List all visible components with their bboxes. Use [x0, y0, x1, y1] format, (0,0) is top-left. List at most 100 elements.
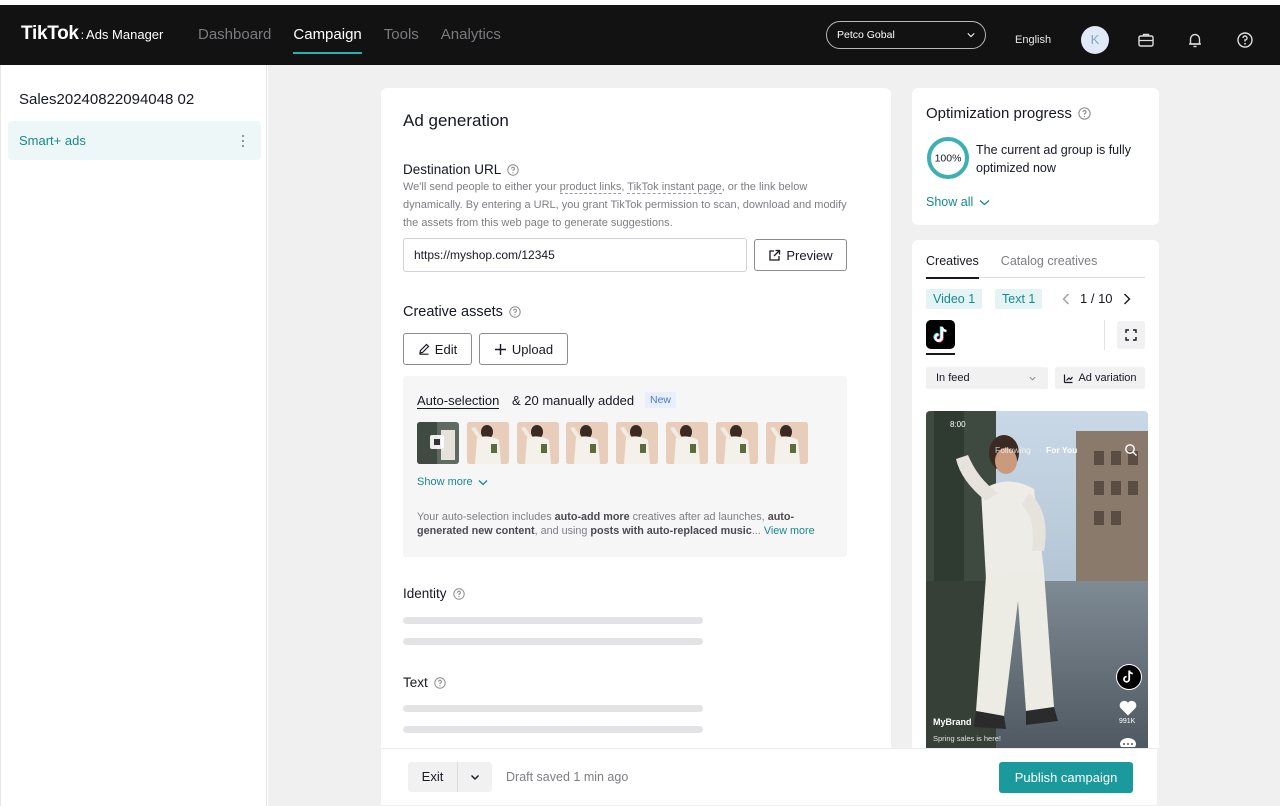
brand-name: MyBrand — [933, 717, 972, 727]
creative-thumbnail[interactable] — [466, 422, 509, 464]
note-text: creatives after ad launches, — [629, 511, 768, 523]
view-more-link[interactable]: View more — [764, 525, 815, 537]
more-options-icon[interactable] — [241, 134, 245, 148]
nav-tools[interactable]: Tools — [384, 5, 419, 65]
creative-thumbnail[interactable] — [765, 422, 808, 464]
logo-wordmark: TikTok — [21, 23, 79, 44]
show-more-button[interactable]: Show more — [417, 476, 488, 488]
show-more-label: Show more — [417, 476, 473, 488]
sidebar-item-smart-plus-ads[interactable]: Smart+ ads — [8, 121, 261, 160]
upload-button-label: Upload — [511, 341, 554, 357]
creative-thumbnail[interactable] — [715, 422, 758, 464]
divider — [1104, 320, 1105, 350]
publish-campaign-button[interactable]: Publish campaign — [999, 762, 1133, 793]
ad-variation-icon — [1064, 374, 1074, 383]
campaign-sidebar: Sales20240822094048 02 Smart+ ads — [0, 65, 267, 806]
sidebar-item-label: Smart+ ads — [19, 133, 86, 148]
ad-preview-card: Creatives Catalog creatives Video 1 Text… — [912, 240, 1159, 748]
preview-button[interactable]: Preview — [754, 239, 847, 271]
main-nav: Dashboard Campaign Tools Analytics — [198, 5, 523, 65]
top-navigation-bar: TikTok : Ads Manager Dashboard Campaign … — [0, 5, 1280, 65]
nav-analytics[interactable]: Analytics — [441, 5, 501, 65]
bell-icon[interactable] — [1186, 31, 1204, 49]
help-circle-icon[interactable] — [1236, 31, 1254, 49]
edit-button[interactable]: Edit — [403, 333, 472, 365]
chevron-down-icon — [478, 479, 488, 485]
tiktok-instant-page-link[interactable]: TikTok instant page — [627, 181, 722, 194]
auto-selection-link[interactable]: Auto-selection — [417, 393, 500, 409]
chevron-left-icon[interactable] — [1062, 293, 1070, 305]
note-bold: auto-add more — [554, 511, 630, 523]
ad-caption: Spring sales is here! — [933, 734, 1001, 743]
show-all-button[interactable]: Show all — [926, 195, 990, 209]
auto-selection-note: Your auto-selection includes auto-add mo… — [417, 510, 837, 538]
progress-percent: 100% — [935, 153, 962, 165]
nav-dashboard[interactable]: Dashboard — [198, 5, 271, 65]
bottom-action-bar: Exit Draft saved 1 min ago Publish campa… — [381, 748, 1157, 805]
nav-campaign[interactable]: Campaign — [293, 5, 363, 65]
preview-tabs: Creatives Catalog creatives — [926, 254, 1145, 279]
note-text: , and using — [534, 525, 591, 537]
avatar[interactable]: K — [1081, 26, 1109, 54]
help-icon[interactable] — [509, 306, 521, 318]
chevron-down-icon — [1029, 376, 1036, 381]
creative-thumbnail[interactable] — [616, 422, 659, 464]
optimization-title: Optimization progress — [926, 105, 1091, 122]
creative-thumbnail-video[interactable] — [417, 422, 459, 464]
tiktok-logo-icon — [1123, 670, 1133, 683]
loading-placeholder — [403, 617, 703, 624]
destination-url-input[interactable] — [403, 238, 747, 272]
creative-thumbnail[interactable] — [516, 422, 559, 464]
show-all-label: Show all — [926, 195, 974, 209]
tab-creatives[interactable]: Creatives — [926, 254, 979, 279]
note-text: ... — [751, 525, 764, 537]
help-icon[interactable] — [452, 587, 465, 600]
briefcase-icon[interactable] — [1137, 31, 1155, 49]
loading-placeholder — [403, 705, 703, 712]
placement-select[interactable]: In feed — [926, 367, 1048, 389]
tab-catalog-creatives[interactable]: Catalog creatives — [1001, 254, 1098, 278]
for-you-tab: For You — [1046, 445, 1078, 455]
chevron-right-icon[interactable] — [1123, 293, 1131, 305]
comment-icon — [1120, 738, 1136, 747]
creative-thumbnail[interactable] — [566, 422, 609, 464]
search-icon — [1125, 444, 1137, 456]
help-icon[interactable] — [507, 163, 519, 176]
upload-button[interactable]: Upload — [479, 333, 568, 365]
chevron-down-icon — [967, 33, 975, 38]
creative-pager: 1 / 10 — [1062, 291, 1131, 306]
help-icon[interactable] — [434, 676, 446, 689]
tiktok-logo-icon[interactable] — [926, 320, 955, 349]
account-select[interactable]: Petco Gobal — [826, 21, 986, 49]
logo-separator: : — [80, 28, 85, 42]
exit-button-group: Exit — [408, 762, 492, 792]
ad-variation-button[interactable]: Ad variation — [1055, 367, 1145, 389]
optimization-progress-card: Optimization progress 100% The current a… — [912, 88, 1159, 225]
plus-icon — [494, 343, 506, 355]
fullscreen-button[interactable] — [1117, 321, 1145, 349]
exit-button[interactable]: Exit — [408, 762, 458, 792]
creative-assets-label: Creative assets — [403, 304, 521, 320]
creative-thumbnail[interactable] — [666, 422, 708, 464]
destination-url-label-text: Destination URL — [403, 162, 502, 177]
pager-label: 1 / 10 — [1080, 291, 1113, 306]
chip-text[interactable]: Text 1 — [995, 289, 1043, 309]
help-icon[interactable] — [1078, 107, 1091, 120]
language-switcher[interactable]: English — [1015, 34, 1051, 46]
selected-app-indicator — [926, 353, 955, 355]
loading-placeholder — [403, 638, 703, 645]
draft-status: Draft saved 1 min ago — [506, 770, 629, 784]
optimization-title-text: Optimization progress — [926, 105, 1072, 122]
product-links-link[interactable]: product links — [559, 181, 622, 194]
heart-icon — [1119, 700, 1137, 716]
desc-text: We'll send people to either your — [403, 181, 560, 193]
tiktok-ads-manager-logo[interactable]: TikTok : Ads Manager — [21, 23, 163, 45]
exit-options-dropdown[interactable] — [458, 762, 492, 792]
text-label-text: Text — [403, 675, 428, 690]
like-count: 991K — [1119, 718, 1136, 725]
chip-video[interactable]: Video 1 — [926, 289, 983, 309]
creative-assets-label-text: Creative assets — [403, 304, 503, 320]
auto-selection-panel: Auto-selection & 20 manually added New S… — [403, 376, 847, 557]
placement-value: In feed — [936, 372, 970, 384]
status-time: 8:00 — [950, 420, 966, 429]
